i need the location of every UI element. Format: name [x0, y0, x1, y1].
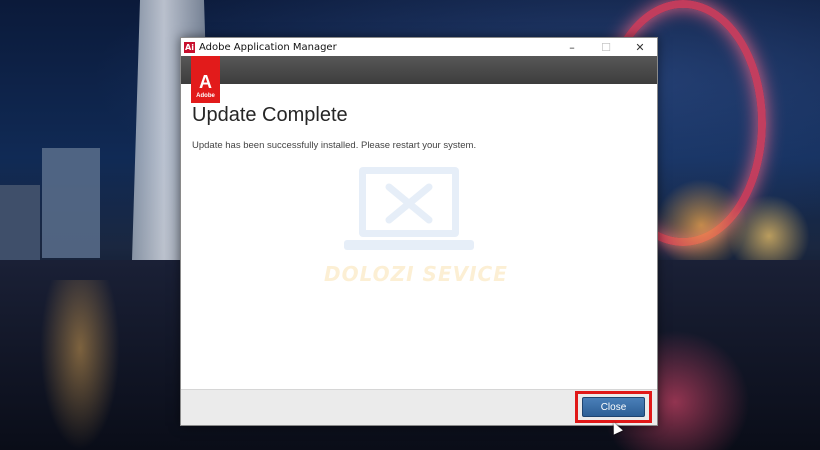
title-bar[interactable]: Ai Adobe Application Manager – ☐ ✕: [181, 38, 657, 56]
window-title: Adobe Application Manager: [199, 41, 337, 53]
window-controls: – ☐ ✕: [555, 38, 657, 56]
laptop-tools-icon: [344, 167, 474, 250]
page-title: Update Complete: [192, 104, 348, 126]
adobe-app-icon: Ai: [184, 41, 195, 53]
header-bar: A Adobe: [181, 56, 657, 103]
watermark-text: DOLOZI SEVICE: [324, 262, 508, 286]
status-message: Update has been successfully installed. …: [192, 140, 477, 151]
minimize-button[interactable]: –: [555, 38, 589, 56]
background-building: [0, 185, 40, 260]
background-reflection: [40, 280, 120, 450]
close-window-button[interactable]: ✕: [623, 38, 657, 56]
dialog-window: Ai Adobe Application Manager – ☐ ✕ A Ado…: [180, 37, 658, 426]
close-button[interactable]: Close: [582, 397, 645, 417]
maximize-button[interactable]: ☐: [589, 38, 623, 56]
content-area: DOLOZI SEVICE Update Complete Update has…: [181, 84, 657, 389]
dialog-footer: Close: [181, 389, 657, 425]
background-building: [42, 148, 100, 258]
